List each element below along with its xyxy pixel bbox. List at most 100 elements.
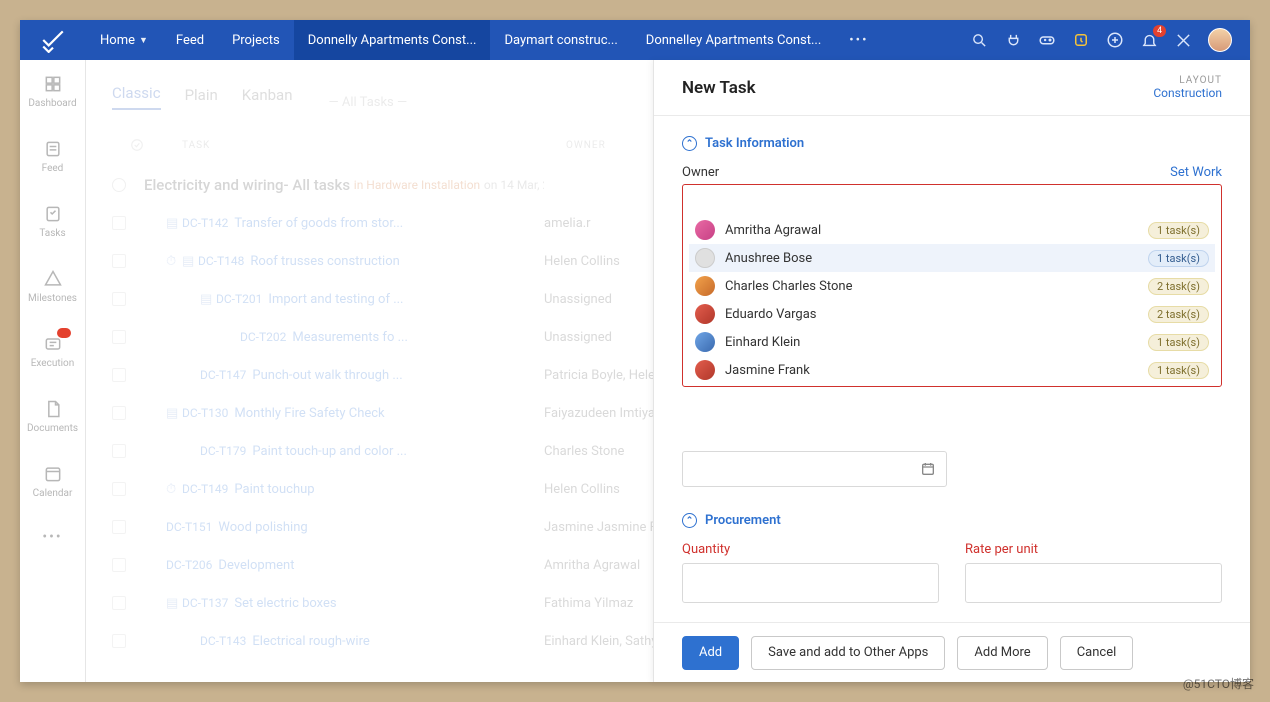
avatar-icon (695, 276, 715, 296)
timer-icon[interactable] (1072, 31, 1090, 49)
tools-icon[interactable] (1174, 31, 1192, 49)
nav-item[interactable]: Donnelley Apartments Const... (632, 20, 836, 60)
task-count-chip: 1 task(s) (1148, 222, 1209, 239)
task-title: Import and testing of ... (268, 292, 403, 307)
cancel-button[interactable]: Cancel (1060, 636, 1134, 670)
owner-label: Owner (682, 165, 719, 180)
rate-input[interactable] (965, 563, 1222, 603)
checkbox[interactable] (112, 596, 126, 610)
nav-item[interactable]: Home▼ (86, 20, 162, 60)
avatar-icon (695, 304, 715, 324)
owner-picker[interactable]: Amritha Agrawal1 task(s)Anushree Bose1 t… (682, 184, 1222, 387)
task-owner: Fathima Yilmaz (544, 596, 633, 611)
rail-label: Tasks (39, 228, 65, 239)
save-other-apps-button[interactable]: Save and add to Other Apps (751, 636, 945, 670)
nav-item[interactable]: Feed (162, 20, 218, 60)
nav-item[interactable]: Donnelly Apartments Const... (294, 20, 491, 60)
nav-item[interactable]: Daymart construc... (490, 20, 631, 60)
suggestion-name: Eduardo Vargas (725, 307, 817, 322)
rail-item-documents[interactable]: Documents (20, 395, 85, 438)
rail-item-feed[interactable]: Feed (20, 135, 85, 178)
rail-item-tasks[interactable]: Tasks (20, 200, 85, 243)
add-button[interactable]: Add (682, 636, 739, 670)
caret-down-icon: ▼ (139, 35, 148, 46)
task-id: DC-T148 (198, 254, 244, 268)
brand-logo[interactable] (20, 27, 86, 53)
bell-icon[interactable]: 4 (1140, 31, 1158, 49)
checkbox[interactable] (112, 558, 126, 572)
add-more-button[interactable]: Add More (957, 636, 1047, 670)
ellipsis-icon: ••• (42, 529, 62, 545)
tab-classic[interactable]: Classic (112, 84, 161, 110)
checkbox[interactable] (112, 254, 126, 268)
task-id: DC-T201 (216, 292, 262, 306)
gamepad-icon[interactable] (1038, 31, 1056, 49)
checkbox[interactable] (112, 292, 126, 306)
rail-label: Documents (27, 423, 78, 434)
plug-icon[interactable] (1004, 31, 1022, 49)
task-title: Transfer of goods from stor... (234, 216, 403, 231)
task-id: DC-T202 (240, 330, 286, 344)
rail-more[interactable]: ••• (20, 525, 85, 549)
chevron-up-icon: ⌃ (682, 136, 697, 151)
search-icon[interactable] (970, 31, 988, 49)
rail-label: Execution (31, 358, 75, 369)
topbar: Home▼FeedProjectsDonnelly Apartments Con… (20, 20, 1250, 60)
layout-value[interactable]: Construction (1153, 86, 1222, 100)
task-title: Wood polishing (218, 520, 307, 535)
section-procurement[interactable]: ⌃ Procurement (682, 513, 1222, 528)
checkmark-icon (130, 138, 148, 152)
owner-suggestion[interactable]: Eduardo Vargas2 task(s) (689, 300, 1215, 328)
rail-item-execution[interactable]: Execution (20, 330, 85, 373)
task-id: DC-T149 (182, 482, 228, 496)
suggestion-name: Anushree Bose (725, 251, 812, 266)
topbar-actions: 4 (970, 28, 1250, 52)
left-rail: Dashboard Feed Tasks Milestones Execution Doc… (20, 60, 86, 682)
checkbox[interactable] (112, 444, 126, 458)
checkbox[interactable] (112, 216, 126, 230)
task-title: Paint touch-up and color ... (252, 444, 407, 459)
tab-kanban[interactable]: Kanban (242, 86, 293, 110)
owner-suggestion[interactable]: Anushree Bose1 task(s) (689, 244, 1215, 272)
task-owner: Unassigned (544, 292, 612, 307)
file-icon: ▤ (166, 406, 178, 421)
owner-suggestion[interactable]: Jasmine Frank1 task(s) (689, 356, 1215, 384)
rail-item-milestones[interactable]: Milestones (20, 265, 85, 308)
suggestion-name: Charles Charles Stone (725, 279, 853, 294)
nav-item[interactable]: Projects (218, 20, 294, 60)
task-title: Monthly Fire Safety Check (234, 406, 384, 421)
task-filter[interactable]: — All Tasks — (329, 95, 408, 110)
tab-plain[interactable]: Plain (185, 86, 218, 110)
owner-input[interactable] (689, 193, 1215, 216)
section-title: Procurement (705, 513, 781, 528)
rail-item-calendar[interactable]: Calendar (20, 460, 85, 503)
task-title: Roof trusses construction (250, 254, 399, 269)
set-work-link[interactable]: Set Work (1170, 165, 1222, 180)
quantity-input[interactable] (682, 563, 939, 603)
user-avatar[interactable] (1208, 28, 1232, 52)
checkbox[interactable] (112, 634, 126, 648)
add-icon[interactable] (1106, 31, 1124, 49)
rail-icon (43, 74, 63, 94)
avatar-icon (695, 332, 715, 352)
task-id: DC-T137 (182, 596, 228, 610)
task-id: DC-T147 (200, 368, 246, 382)
checkbox[interactable] (112, 368, 126, 382)
checkbox[interactable] (112, 482, 126, 496)
avatar-icon (695, 360, 715, 380)
rail-label: Feed (42, 163, 64, 174)
panel-footer: Add Save and add to Other Apps Add More … (654, 622, 1250, 682)
checkbox[interactable] (112, 406, 126, 420)
section-task-info[interactable]: ⌃ Task Information (682, 136, 1222, 151)
owner-suggestion[interactable]: Charles Charles Stone2 task(s) (689, 272, 1215, 300)
rail-item-dashboard[interactable]: Dashboard (20, 70, 85, 113)
checkbox[interactable] (112, 520, 126, 534)
checkbox[interactable] (112, 330, 126, 344)
date-input[interactable] (682, 451, 947, 487)
col-task: TASK (148, 140, 566, 151)
nav-more[interactable]: ••• (835, 33, 882, 48)
rail-icon (43, 269, 63, 289)
owner-suggestion[interactable]: Einhard Klein1 task(s) (689, 328, 1215, 356)
owner-suggestion[interactable]: Amritha Agrawal1 task(s) (689, 216, 1215, 244)
layout-label: LAYOUT (1153, 75, 1222, 86)
